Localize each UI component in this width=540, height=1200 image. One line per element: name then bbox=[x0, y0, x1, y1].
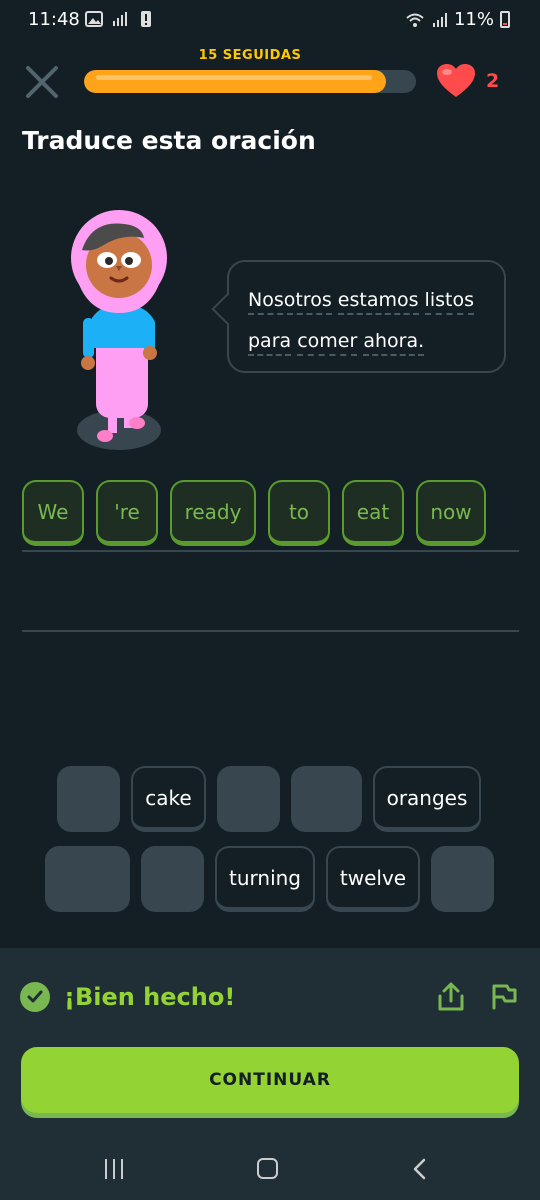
battery-percent: 11% bbox=[453, 9, 494, 30]
prompt-word[interactable]: comer bbox=[297, 330, 358, 356]
data-signal-icon bbox=[113, 12, 127, 26]
answer-line bbox=[22, 630, 519, 632]
character-illustration bbox=[71, 210, 167, 450]
answer-chip[interactable]: to bbox=[268, 480, 330, 546]
status-right: 11% bbox=[406, 9, 510, 30]
lesson-progress-fill bbox=[84, 70, 387, 93]
system-navigation-bar bbox=[0, 1140, 540, 1200]
word-bank-row: cake oranges bbox=[57, 766, 481, 832]
continue-button[interactable]: CONTINUAR bbox=[21, 1047, 519, 1113]
answer-chip[interactable]: We bbox=[22, 480, 84, 546]
prompt-word[interactable]: ahora. bbox=[363, 330, 425, 356]
feedback-message: ¡Bien hecho! bbox=[20, 982, 235, 1012]
word-bank-tile[interactable]: twelve bbox=[326, 846, 420, 912]
answer-chip[interactable]: now bbox=[416, 480, 486, 546]
close-icon[interactable] bbox=[24, 64, 60, 100]
prompt-word[interactable]: estamos bbox=[337, 289, 419, 315]
word-bank-tile[interactable]: oranges bbox=[373, 766, 481, 832]
answer-chip[interactable]: 're bbox=[96, 480, 158, 546]
streak-label: 15 SEGUIDAS bbox=[198, 48, 302, 63]
word-bank-slot-empty bbox=[45, 846, 130, 912]
hearts-count: 2 bbox=[486, 70, 500, 92]
share-icon[interactable] bbox=[437, 982, 465, 1012]
prompt-word[interactable]: para bbox=[248, 330, 292, 356]
word-bank-slot-empty bbox=[141, 846, 204, 912]
word-bank-row: turning twelve bbox=[45, 846, 494, 912]
prompt-word[interactable]: Nosotros bbox=[248, 289, 332, 315]
status-left-icons bbox=[85, 10, 155, 28]
wifi-icon bbox=[406, 13, 424, 27]
heart-icon bbox=[437, 64, 475, 97]
feedback-text: ¡Bien hecho! bbox=[64, 983, 236, 1011]
lesson-progress-bar bbox=[84, 70, 416, 93]
status-bar: 11:48 11% bbox=[0, 0, 540, 40]
answer-line bbox=[22, 550, 519, 552]
prompt-sentence: Nosotros estamos listos para comer ahora… bbox=[248, 280, 486, 362]
alert-icon bbox=[141, 11, 151, 27]
page-title: Traduce esta oración bbox=[22, 126, 316, 155]
word-bank-slot-empty bbox=[57, 766, 120, 832]
word-bank-tile[interactable]: cake bbox=[131, 766, 206, 832]
word-bank-slot-empty bbox=[217, 766, 280, 832]
battery-icon bbox=[500, 11, 510, 28]
speech-bubble-tail bbox=[211, 293, 243, 325]
recent-apps-icon[interactable] bbox=[105, 1159, 123, 1179]
word-bank-slot-empty bbox=[431, 846, 494, 912]
word-bank-tile[interactable]: turning bbox=[215, 846, 315, 912]
answer-chip[interactable]: eat bbox=[342, 480, 404, 546]
speech-bubble: Nosotros estamos listos para comer ahora… bbox=[211, 260, 506, 373]
answer-area: We 're ready to eat now bbox=[22, 480, 486, 546]
answer-chip[interactable]: ready bbox=[170, 480, 256, 546]
report-flag-icon[interactable] bbox=[490, 982, 518, 1010]
status-time: 11:48 bbox=[28, 9, 80, 30]
home-icon[interactable] bbox=[257, 1158, 278, 1179]
check-circle-icon bbox=[20, 982, 50, 1012]
back-icon[interactable] bbox=[410, 1158, 430, 1180]
prompt-word[interactable]: listos bbox=[424, 289, 474, 315]
signal-icon bbox=[432, 12, 447, 27]
gallery-icon bbox=[85, 11, 103, 27]
word-bank-slot-empty bbox=[291, 766, 362, 832]
